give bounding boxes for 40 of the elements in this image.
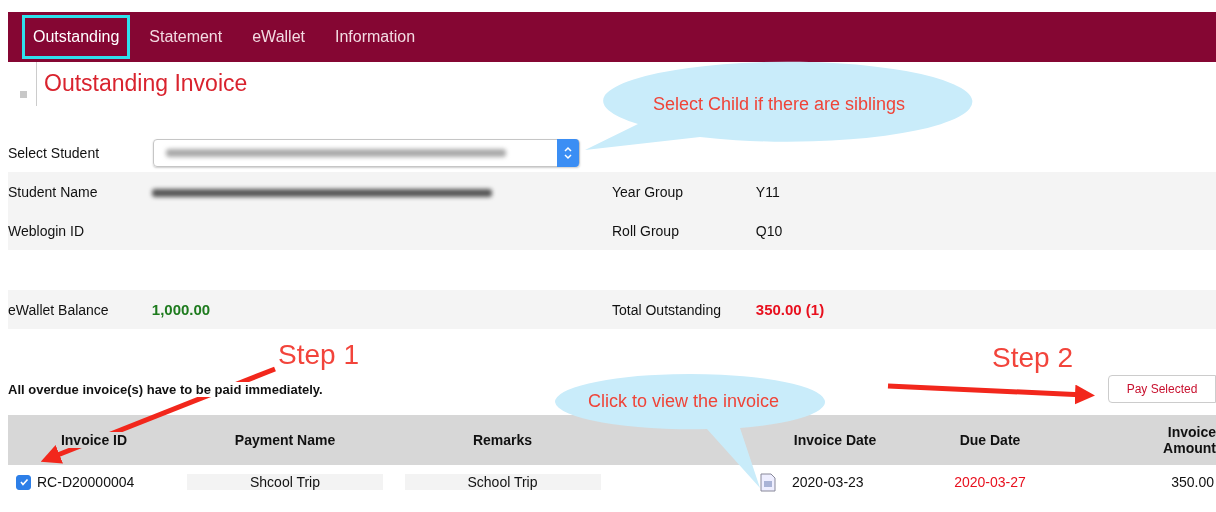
notice-text: All overdue invoice(s) have to be paid immediately. — [8, 381, 323, 397]
field-label: Student Name — [8, 183, 99, 200]
callout-text: Click to view the invoice — [588, 391, 780, 412]
column-header: Invoice Amount — [1162, 424, 1216, 456]
table-cell: RC-D20000004 — [37, 474, 135, 490]
nav-tab[interactable]: eWallet — [241, 15, 316, 59]
balance-value: 1,000.00 — [151, 301, 211, 318]
table-cell: Shcool Trip — [187, 474, 383, 490]
column-header: Invoice Date — [792, 432, 878, 448]
field-value: Q10 — [755, 222, 784, 239]
field-value: Y11 — [755, 183, 781, 200]
step-label: Step 1 — [278, 339, 359, 371]
column-header: Remarks — [471, 432, 534, 448]
page-title: Outstanding Invoice — [36, 62, 248, 106]
column-header: Due Date — [958, 432, 1022, 448]
field-label: Roll Group — [612, 222, 680, 239]
table-cell: 2020-03-23 — [792, 474, 864, 490]
callout-text: Select Child if there are siblings — [653, 94, 906, 115]
bullet-icon — [20, 91, 27, 98]
document-icon[interactable] — [760, 472, 776, 492]
nav-tab[interactable]: Information — [324, 15, 427, 59]
pay-selected-button[interactable]: Pay Selected — [1108, 375, 1216, 403]
table-cell: 350.00 — [1171, 474, 1214, 490]
dropdown-stepper-icon — [557, 139, 579, 167]
nav-tab[interactable]: Outstanding — [22, 15, 131, 59]
field-label: eWallet Balance — [8, 301, 110, 318]
column-header: Payment Name — [233, 432, 337, 448]
outstanding-value: 350.00 (1) — [755, 301, 825, 318]
step-label: Step 2 — [992, 342, 1073, 374]
checkbox[interactable] — [16, 474, 31, 490]
field-label: Select Student — [8, 145, 101, 161]
table-cell: 2020-03-27 — [954, 474, 1026, 490]
field-label: Year Group — [612, 183, 685, 200]
nav-tab[interactable]: Statement — [138, 15, 234, 59]
field-label: Weblogin ID — [8, 222, 85, 239]
table-cell: School Trip — [404, 474, 601, 490]
check-icon — [18, 477, 29, 487]
field-label: Total Outstanding — [612, 301, 722, 318]
column-header: Invoice ID — [60, 432, 128, 448]
student-select[interactable] — [153, 139, 580, 167]
